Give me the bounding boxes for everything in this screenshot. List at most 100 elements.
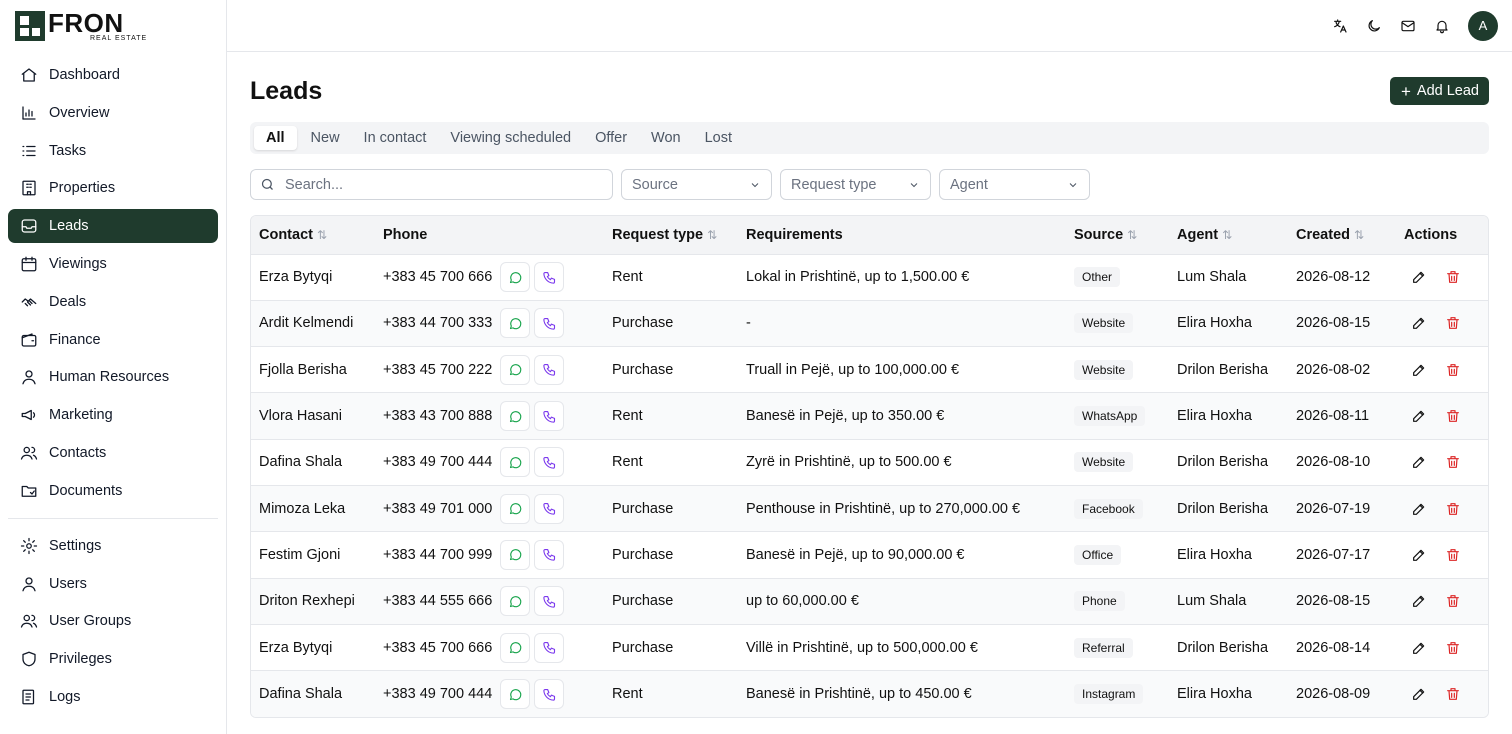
source-filter[interactable]: Source	[621, 169, 772, 200]
call-button[interactable]	[534, 354, 564, 385]
phone-cell: +383 45 700 666	[375, 254, 604, 300]
delete-icon[interactable]	[1445, 408, 1461, 424]
call-button[interactable]	[534, 262, 564, 293]
tab-viewing-scheduled[interactable]: Viewing scheduled	[438, 126, 583, 150]
tab-new[interactable]: New	[299, 126, 352, 150]
tab-lost[interactable]: Lost	[693, 126, 744, 150]
sidebar-item-human-resources[interactable]: Human Resources	[8, 360, 218, 394]
edit-icon[interactable]	[1411, 408, 1427, 424]
edit-icon[interactable]	[1411, 269, 1427, 285]
tab-all[interactable]: All	[254, 126, 297, 150]
table-row[interactable]: Fjolla Berisha +383 45 700 222 Purchase Tru…	[251, 346, 1488, 393]
delete-icon[interactable]	[1445, 454, 1461, 470]
delete-icon[interactable]	[1445, 547, 1461, 563]
sidebar-item-logs[interactable]: Logs	[8, 680, 218, 714]
dark-mode-icon[interactable]	[1362, 14, 1386, 38]
whatsapp-button[interactable]	[500, 679, 530, 710]
table-row[interactable]: Erza Bytyqi +383 45 700 666 Purchase Villë …	[251, 624, 1488, 670]
tab-won[interactable]: Won	[639, 126, 693, 150]
col-contact[interactable]: Contact ⇅	[251, 216, 375, 254]
whatsapp-button[interactable]	[500, 262, 530, 293]
call-button[interactable]	[534, 401, 564, 432]
edit-icon[interactable]	[1411, 315, 1427, 331]
table-row[interactable]: Dafina Shala +383 49 700 444 Rent Banesë in…	[251, 670, 1488, 717]
col-request-type[interactable]: Request type ⇅	[604, 216, 738, 254]
source-cell: Website	[1066, 300, 1169, 346]
actions-cell	[1396, 300, 1488, 346]
whatsapp-button[interactable]	[500, 401, 530, 432]
sidebar-item-overview[interactable]: Overview	[8, 96, 218, 130]
tab-offer[interactable]: Offer	[583, 126, 639, 150]
sidebar-item-users[interactable]: Users	[8, 567, 218, 601]
edit-icon[interactable]	[1411, 454, 1427, 470]
col-source[interactable]: Source ⇅	[1066, 216, 1169, 254]
edit-icon[interactable]	[1411, 547, 1427, 563]
sidebar-item-privileges[interactable]: Privileges	[8, 642, 218, 676]
sidebar-item-settings[interactable]: Settings	[8, 529, 218, 563]
whatsapp-button[interactable]	[500, 447, 530, 478]
whatsapp-button[interactable]	[500, 308, 530, 339]
source-badge: Other	[1074, 267, 1121, 288]
table-row[interactable]: Dafina Shala +383 49 700 444 Rent Zyrë in P…	[251, 439, 1488, 485]
edit-icon[interactable]	[1411, 686, 1427, 702]
delete-icon[interactable]	[1445, 269, 1461, 285]
sidebar-item-deals[interactable]: Deals	[8, 285, 218, 319]
call-button[interactable]	[534, 679, 564, 710]
delete-icon[interactable]	[1445, 593, 1461, 609]
request-type-filter[interactable]: Request type	[780, 169, 931, 200]
created-date: 2026-08-15	[1296, 315, 1371, 332]
col-agent[interactable]: Agent ⇅	[1169, 216, 1288, 254]
tab-in-contact[interactable]: In contact	[352, 126, 439, 150]
call-button[interactable]	[534, 447, 564, 478]
edit-icon[interactable]	[1411, 501, 1427, 517]
add-lead-button[interactable]: + Add Lead	[1389, 77, 1489, 105]
sidebar-item-user-groups[interactable]: User Groups	[8, 604, 218, 638]
agent-filter[interactable]: Agent	[939, 169, 1090, 200]
table-row[interactable]: Festim Gjoni +383 44 700 999 Purchase Banes…	[251, 531, 1488, 578]
delete-icon[interactable]	[1445, 362, 1461, 378]
table-row[interactable]: Vlora Hasani +383 43 700 888 Rent Banesë in…	[251, 392, 1488, 440]
sidebar-item-viewings[interactable]: Viewings	[8, 247, 218, 281]
sidebar-item-leads[interactable]: Leads	[8, 209, 218, 244]
call-button[interactable]	[534, 539, 564, 570]
call-button[interactable]	[534, 493, 564, 524]
avatar[interactable]: A	[1468, 10, 1498, 41]
delete-icon[interactable]	[1445, 640, 1461, 656]
users-icon	[20, 444, 38, 462]
sidebar-item-finance[interactable]: Finance	[8, 323, 218, 357]
bell-icon[interactable]	[1430, 14, 1454, 38]
table-row[interactable]: Driton Rexhepi +383 44 555 666 Purchase up …	[251, 578, 1488, 625]
search-input[interactable]	[285, 176, 585, 193]
sidebar-item-dashboard[interactable]: Dashboard	[8, 58, 218, 92]
whatsapp-icon	[508, 362, 523, 377]
edit-icon[interactable]	[1411, 362, 1427, 378]
sidebar-item-marketing[interactable]: Marketing	[8, 398, 218, 432]
mail-icon[interactable]	[1396, 14, 1420, 38]
sidebar-item-tasks[interactable]: Tasks	[8, 134, 218, 168]
whatsapp-button[interactable]	[500, 586, 530, 617]
phone-icon	[542, 362, 557, 377]
edit-icon[interactable]	[1411, 640, 1427, 656]
plus-icon: +	[1400, 81, 1411, 101]
call-button[interactable]	[534, 308, 564, 339]
table-row[interactable]: Ardit Kelmendi +383 44 700 333 Purchase - We…	[251, 300, 1488, 347]
sidebar-item-contacts[interactable]: Contacts	[8, 436, 218, 470]
call-button[interactable]	[534, 586, 564, 617]
search-box[interactable]	[250, 169, 613, 200]
delete-icon[interactable]	[1445, 315, 1461, 331]
table-row[interactable]: Erza Bytyqi +383 45 700 666 Rent Lokal in P…	[251, 254, 1488, 300]
edit-icon[interactable]	[1411, 593, 1427, 609]
table-row[interactable]: Mimoza Leka +383 49 701 000 Purchase Pentho…	[251, 485, 1488, 532]
whatsapp-button[interactable]	[500, 354, 530, 385]
delete-icon[interactable]	[1445, 686, 1461, 702]
whatsapp-button[interactable]	[500, 493, 530, 524]
col-created[interactable]: Created ⇅	[1288, 216, 1396, 254]
sidebar-item-properties[interactable]: Properties	[8, 171, 218, 205]
sidebar-item-documents[interactable]: Documents	[8, 474, 218, 508]
whatsapp-icon	[508, 640, 523, 655]
translate-icon[interactable]	[1328, 14, 1352, 38]
delete-icon[interactable]	[1445, 501, 1461, 517]
whatsapp-button[interactable]	[500, 632, 530, 663]
call-button[interactable]	[534, 632, 564, 663]
whatsapp-button[interactable]	[500, 539, 530, 570]
